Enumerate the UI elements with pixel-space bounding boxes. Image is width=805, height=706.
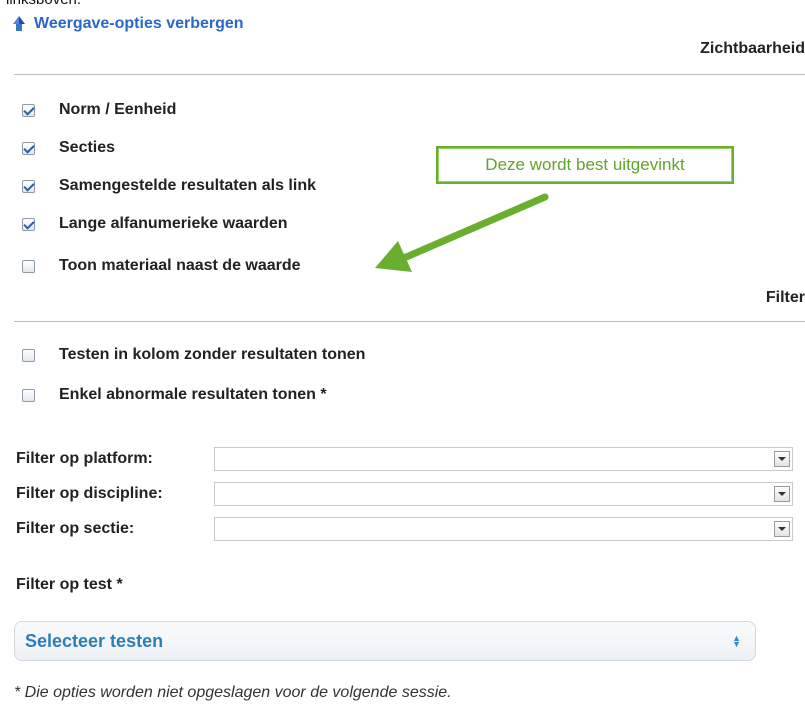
select-tests-label: Selecteer testen: [25, 630, 164, 651]
filter-heading: Filter: [765, 289, 805, 306]
dropdown-arrow-icon[interactable]: [774, 521, 790, 537]
filter-test-label: Filter op test *: [16, 576, 123, 593]
filter-discipline-select[interactable]: [214, 482, 793, 506]
option-enkel-abnormale-resultaten[interactable]: Enkel abnormale resultaten tonen *: [22, 386, 327, 404]
filter-discipline-label: Filter op discipline:: [16, 485, 163, 502]
filter-platform-select[interactable]: [214, 447, 793, 471]
filter-platform-row: Filter op platform:: [16, 446, 805, 472]
filter-discipline-row: Filter op discipline:: [16, 481, 805, 507]
divider: [14, 321, 805, 322]
sort-arrows-icon: ▲ ▼: [732, 633, 741, 649]
checkbox[interactable]: [22, 348, 35, 362]
dropdown-arrow-icon[interactable]: [774, 486, 790, 502]
footnote: * Die opties worden niet opgeslagen voor…: [14, 684, 452, 701]
filter-sectie-label: Filter op sectie:: [16, 520, 135, 537]
checkbox[interactable]: [22, 388, 35, 402]
filter-sectie-row: Filter op sectie:: [16, 516, 805, 542]
option-testen-zonder-resultaten[interactable]: Testen in kolom zonder resultaten tonen: [22, 346, 365, 364]
filter-sectie-select[interactable]: [214, 517, 793, 541]
select-tests-dropdown[interactable]: Selecteer testen ▲ ▼: [14, 621, 756, 661]
option-label: Testen in kolom zonder resultaten tonen: [59, 346, 366, 363]
filter-platform-label: Filter op platform:: [16, 450, 153, 467]
dropdown-arrow-icon[interactable]: [774, 451, 790, 467]
option-label: Enkel abnormale resultaten tonen *: [59, 386, 327, 403]
